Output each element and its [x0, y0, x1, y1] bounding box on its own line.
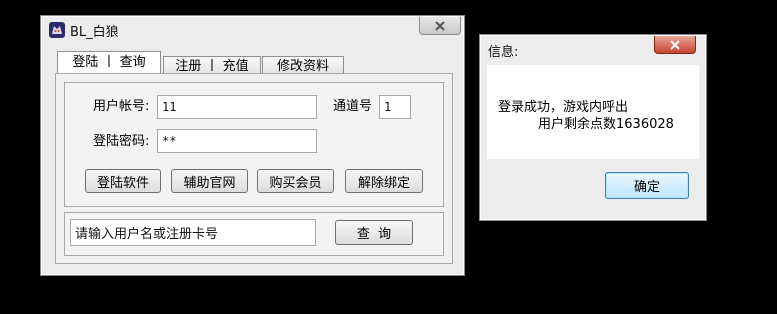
- tab-label: 登陆 丨 查询: [72, 55, 146, 70]
- tab-login-query[interactable]: 登陆 丨 查询: [57, 51, 161, 73]
- main-window: BL_白狼 登陆 丨 查询 注册 丨 充值 修改资料 用户帐号: 11 通道号 …: [40, 15, 465, 276]
- message-body: 登录成功，游戏内呼出 用户剩余点数1636028: [487, 65, 699, 159]
- buy-membership-button[interactable]: 购买会员: [257, 169, 334, 193]
- login-panel: 用户帐号: 11 通道号 1 登陆密码: ** 登陆软件 辅助官网 购买会员 解…: [64, 82, 444, 207]
- main-window-title: BL_白狼: [70, 25, 119, 40]
- message-close-button[interactable]: [654, 36, 696, 54]
- main-titlebar[interactable]: BL_白狼: [41, 16, 464, 40]
- login-button-label: 登陆软件: [96, 175, 149, 191]
- unbind-button[interactable]: 解除绑定: [345, 169, 423, 193]
- password-label: 登陆密码:: [93, 134, 150, 149]
- password-value: **: [162, 134, 177, 148]
- message-titlebar[interactable]: 信息:: [480, 35, 706, 60]
- account-label: 用户帐号:: [93, 99, 150, 114]
- account-value: 11: [162, 100, 177, 114]
- close-icon: [434, 20, 446, 31]
- query-panel: 请输入用户名或注册卡号 查 询: [64, 212, 444, 256]
- tab-label: 修改资料: [276, 59, 329, 74]
- password-input[interactable]: **: [157, 129, 317, 153]
- query-button-label: 查 询: [356, 227, 392, 242]
- channel-input[interactable]: 1: [379, 95, 411, 119]
- buy-membership-button-label: 购买会员: [269, 175, 322, 191]
- close-icon: [669, 39, 681, 50]
- ok-button[interactable]: 确定: [605, 172, 689, 199]
- main-close-button[interactable]: [419, 17, 461, 35]
- message-line-2: 用户剩余点数1636028: [538, 117, 674, 132]
- query-button[interactable]: 查 询: [335, 220, 413, 245]
- message-dialog: 信息: 登录成功，游戏内呼出 用户剩余点数1636028 确定: [479, 34, 707, 221]
- official-site-button-label: 辅助官网: [183, 175, 236, 191]
- official-site-button[interactable]: 辅助官网: [171, 169, 248, 193]
- account-input[interactable]: 11: [157, 95, 317, 119]
- ok-button-label: 确定: [633, 180, 660, 195]
- unbind-button-label: 解除绑定: [357, 175, 410, 191]
- query-input[interactable]: 请输入用户名或注册卡号: [70, 219, 316, 246]
- wolf-app-icon: [49, 22, 65, 41]
- channel-value: 1: [384, 100, 392, 114]
- login-button[interactable]: 登陆软件: [85, 169, 161, 193]
- tab-content: 用户帐号: 11 通道号 1 登陆密码: ** 登陆软件 辅助官网 购买会员 解…: [55, 73, 453, 264]
- channel-label: 通道号: [333, 99, 373, 114]
- tab-label: 注册 丨 充值: [175, 59, 249, 74]
- query-input-text: 请输入用户名或注册卡号: [75, 227, 219, 242]
- message-title: 信息:: [488, 45, 519, 60]
